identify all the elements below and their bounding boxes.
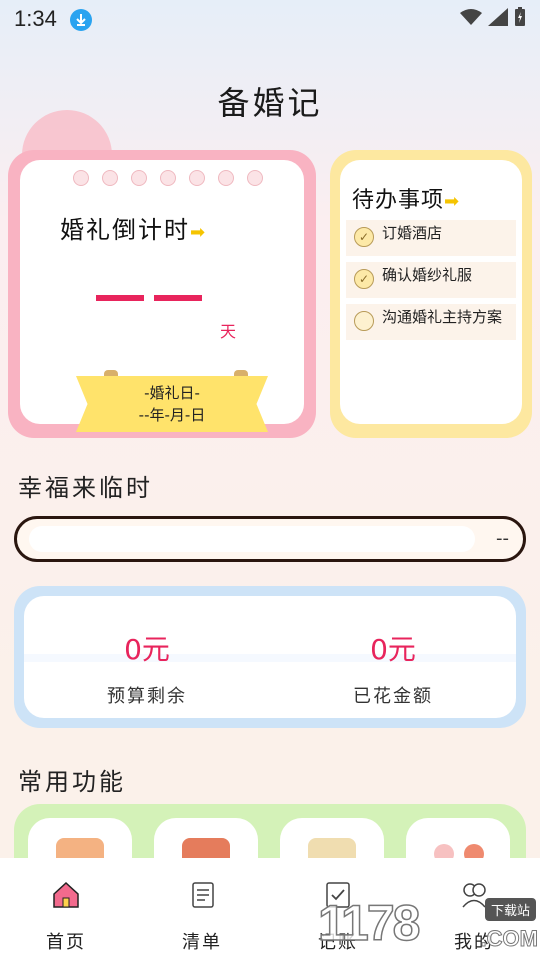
budget-card-body: 0元 0元 预算剩余 已花金额 xyxy=(24,596,516,718)
budget-remaining-value: 0元 xyxy=(124,633,170,666)
countdown-title-text: 婚礼倒计时 xyxy=(60,216,190,244)
binder-ring xyxy=(189,170,205,186)
binder-ring xyxy=(102,170,118,186)
wedding-date-ribbon: -婚礼日- --年-月-日 xyxy=(76,376,268,432)
signal-icon xyxy=(488,8,508,26)
status-icons xyxy=(460,7,526,27)
wedding-date: --年-月-日 xyxy=(138,406,206,424)
watermark-suffix: .COM xyxy=(480,926,538,952)
nav-list-label: 清单 xyxy=(182,932,222,953)
wifi-icon xyxy=(460,9,482,25)
functions-title: 常用功能 xyxy=(18,768,126,796)
todo-card-body: 待办事项➡ ✓ 订婚酒店 ✓ 确认婚纱礼服 沟通婚礼主持方案 xyxy=(340,160,522,424)
list-icon xyxy=(192,882,214,908)
binder-rings xyxy=(73,170,263,186)
todo-item-text: 订婚酒店 xyxy=(382,224,443,242)
budget-card[interactable]: 0元 0元 预算剩余 已花金额 xyxy=(14,586,526,728)
status-bar: 1:34 xyxy=(0,0,540,40)
todo-title-text: 待办事项 xyxy=(352,188,445,213)
battery-icon xyxy=(515,7,525,26)
wedding-countdown-card[interactable]: 婚礼倒计时➡ 天 -婚礼日- --年-月-日 xyxy=(8,150,316,438)
digit-dash xyxy=(96,295,144,301)
days-placeholder xyxy=(96,295,202,301)
todo-item[interactable]: ✓ 确认婚纱礼服 xyxy=(346,262,516,298)
site-watermark: 1178 下载站 .COM xyxy=(317,892,540,960)
binder-ring xyxy=(73,170,89,186)
amount-spent-value: 0元 xyxy=(370,633,416,666)
todo-item-text: 确认婚纱礼服 xyxy=(382,266,473,284)
happiness-progress: -- xyxy=(14,516,526,562)
todo-card[interactable]: 待办事项➡ ✓ 订婚酒店 ✓ 确认婚纱礼服 沟通婚礼主持方案 xyxy=(330,150,532,438)
digit-dash xyxy=(154,295,202,301)
watermark-badge: 下载站 xyxy=(484,898,536,921)
countdown-card-body: 婚礼倒计时➡ 天 -婚礼日- --年-月-日 xyxy=(20,160,304,432)
arrow-icon: ➡ xyxy=(444,191,461,212)
todo-item[interactable]: 沟通婚礼主持方案 xyxy=(346,304,516,340)
nav-home[interactable]: 首页 xyxy=(6,880,126,954)
arrow-icon: ➡ xyxy=(190,222,208,243)
status-time: 1:34 xyxy=(14,6,57,31)
todo-item[interactable]: ✓ 订婚酒店 xyxy=(346,220,516,256)
progress-text: -- xyxy=(496,528,509,549)
happiness-title: 幸福来临时 xyxy=(18,474,153,502)
nav-list[interactable]: 清单 xyxy=(142,880,262,954)
progress-track xyxy=(29,526,475,552)
checked-icon[interactable]: ✓ xyxy=(354,227,374,247)
todo-title: 待办事项➡ xyxy=(352,182,461,217)
binder-ring xyxy=(218,170,234,186)
binder-ring xyxy=(247,170,263,186)
binder-ring xyxy=(131,170,147,186)
checked-icon[interactable]: ✓ xyxy=(354,269,374,289)
home-icon xyxy=(53,881,79,908)
amount-spent-label: 已花金额 xyxy=(353,686,433,707)
wedding-day-label: -婚礼日- xyxy=(144,384,200,402)
watermark-digits: 1178 xyxy=(317,894,421,952)
binder-ring xyxy=(160,170,176,186)
nav-home-label: 首页 xyxy=(46,932,86,953)
days-unit: 天 xyxy=(220,322,237,341)
download-icon xyxy=(70,9,92,31)
budget-remaining-label: 预算剩余 xyxy=(107,686,187,707)
todo-item-text: 沟通婚礼主持方案 xyxy=(382,308,503,326)
unchecked-icon[interactable] xyxy=(354,311,374,331)
countdown-title: 婚礼倒计时➡ xyxy=(60,210,230,249)
